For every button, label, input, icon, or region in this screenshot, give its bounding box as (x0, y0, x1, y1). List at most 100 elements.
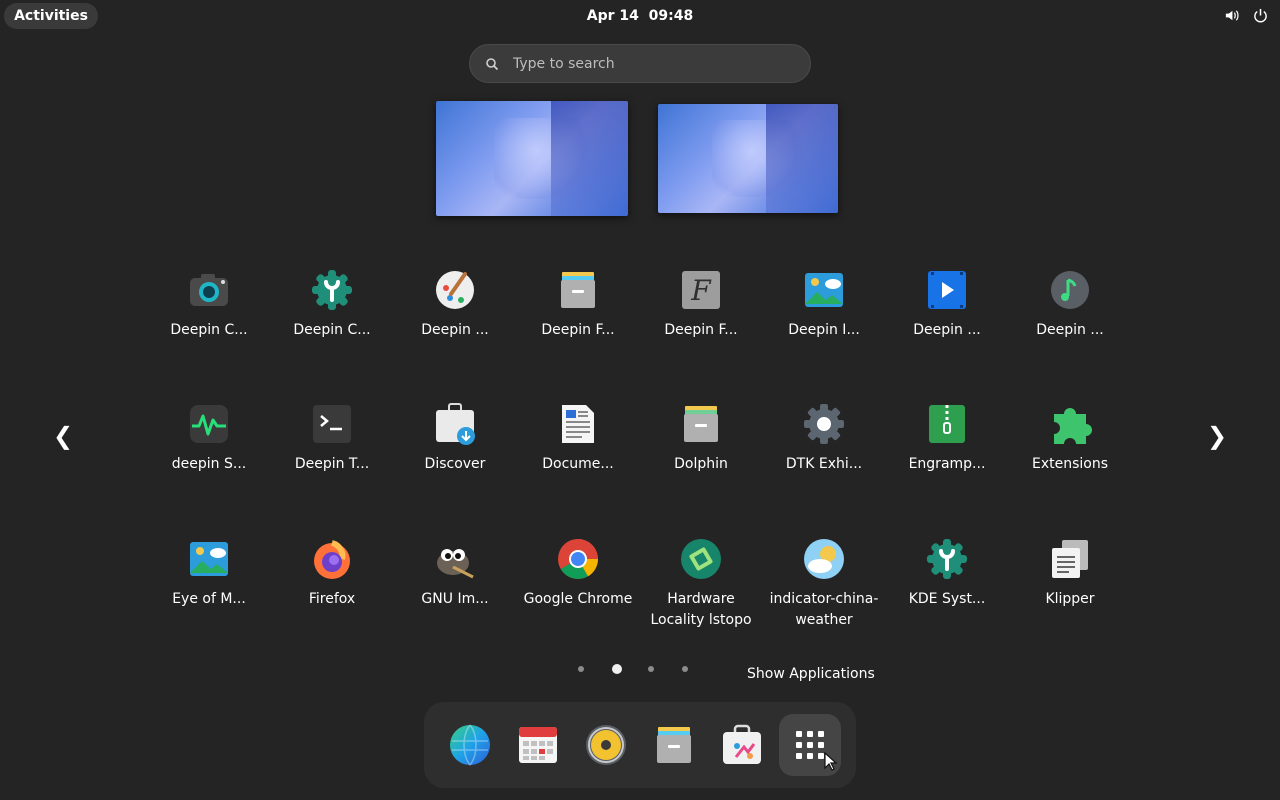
app-tile[interactable]: Dolphin (641, 402, 761, 475)
eye-of-mate-icon (187, 537, 231, 581)
dtk-gear-icon (802, 402, 846, 446)
app-label: Dolphin (674, 456, 728, 472)
app-label: Google Chrome (523, 591, 633, 607)
app-tile[interactable]: Hardware Locality lstopo (641, 537, 761, 631)
music-icon (1048, 268, 1092, 312)
dock-item-calendar[interactable] (507, 714, 569, 776)
app-tile[interactable]: Klipper (1010, 537, 1130, 610)
clock[interactable]: Apr 14 09:48 (587, 8, 693, 24)
file-manager-icon (556, 268, 600, 312)
app-tile[interactable]: Deepin C... (149, 268, 269, 341)
app-label: Deepin C... (170, 322, 248, 338)
puzzle-icon (1048, 402, 1092, 446)
app-store-icon (723, 724, 761, 764)
gimp-icon (433, 537, 477, 581)
search-input[interactable] (511, 54, 795, 73)
show-applications-tooltip: Show Applications (747, 666, 875, 682)
app-tile[interactable]: Discover (395, 402, 515, 475)
workspace-thumbnail-2[interactable] (658, 104, 838, 213)
font-manager-icon: F (679, 268, 723, 312)
app-tile[interactable]: F Deepin F... (641, 268, 761, 341)
page-dot-4[interactable] (682, 666, 688, 672)
dock-item-browser[interactable] (439, 714, 501, 776)
app-label: Deepin I... (788, 322, 860, 338)
control-center-icon (310, 268, 354, 312)
movie-icon (925, 268, 969, 312)
app-label: Deepin T... (294, 456, 370, 472)
app-label: KDE Syst... (908, 591, 986, 607)
kde-system-settings-icon (925, 537, 969, 581)
previous-page-arrow[interactable]: ❮ (48, 422, 78, 450)
firefox-icon (310, 537, 354, 581)
search-icon (486, 57, 499, 70)
app-tile[interactable]: Deepin T... (272, 402, 392, 475)
app-label: indicator-china-weather (769, 591, 879, 628)
dock-item-file-manager[interactable] (643, 714, 705, 776)
hardware-locality-icon (679, 537, 723, 581)
app-tile[interactable]: Google Chrome (518, 537, 638, 610)
page-dot-1[interactable] (578, 666, 584, 672)
page-dot-3[interactable] (648, 666, 654, 672)
app-label: Extensions (1031, 456, 1109, 472)
dock-item-music-player[interactable] (575, 714, 637, 776)
discover-icon (433, 402, 477, 446)
app-tile[interactable]: Deepin I... (764, 268, 884, 341)
music-player-icon (586, 725, 626, 765)
app-label: Firefox (308, 591, 356, 607)
weather-icon (802, 537, 846, 581)
file-manager-icon (657, 727, 691, 763)
app-tile[interactable]: Engramp... (887, 402, 1007, 475)
activities-button[interactable]: Activities (4, 3, 98, 29)
svg-text:F: F (690, 274, 712, 307)
draw-palette-icon (433, 268, 477, 312)
app-label: Deepin ... (421, 322, 489, 338)
archive-zip-icon (925, 402, 969, 446)
search-box[interactable] (469, 44, 811, 83)
terminal-icon (310, 402, 354, 446)
app-label: Engramp... (908, 456, 986, 472)
calendar-icon (519, 727, 557, 763)
app-label: Deepin C... (293, 322, 371, 338)
app-tile[interactable]: deepin S... (149, 402, 269, 475)
app-tile[interactable]: Deepin C... (272, 268, 392, 341)
dock-item-app-store[interactable] (711, 714, 773, 776)
chrome-icon (556, 537, 600, 581)
browser-globe-icon (450, 724, 490, 766)
app-label: Discover (424, 456, 486, 472)
page-dot-2[interactable] (612, 664, 622, 674)
top-bar: Activities Apr 14 09:48 (0, 0, 1280, 32)
system-monitor-icon (187, 402, 231, 446)
app-tile[interactable]: Deepin ... (395, 268, 515, 341)
next-page-arrow[interactable]: ❯ (1202, 422, 1232, 450)
app-tile[interactable]: Extensions (1010, 402, 1130, 475)
app-label: Deepin F... (541, 322, 615, 338)
camera-icon (187, 268, 231, 312)
system-tray[interactable] (1224, 8, 1268, 23)
app-tile[interactable]: Eye of M... (149, 537, 269, 610)
app-tile[interactable]: Firefox (272, 537, 392, 610)
app-label: GNU Im... (421, 591, 489, 607)
app-tile[interactable]: KDE Syst... (887, 537, 1007, 610)
app-tile[interactable]: Deepin ... (1010, 268, 1130, 341)
power-icon[interactable] (1253, 8, 1268, 23)
app-tile[interactable]: GNU Im... (395, 537, 515, 610)
app-label: DTK Exhi... (785, 456, 863, 472)
workspace-thumbnail-1[interactable] (436, 101, 628, 216)
klipper-icon (1048, 537, 1092, 581)
app-tile[interactable]: indicator-china-weather (764, 537, 884, 631)
dolphin-icon (679, 402, 723, 446)
app-label: Docume... (542, 456, 614, 472)
clock-area: Apr 14 09:48 (0, 0, 1280, 32)
app-tile[interactable]: Deepin ... (887, 268, 1007, 341)
app-tile[interactable]: Deepin F... (518, 268, 638, 341)
app-label: Deepin F... (664, 322, 738, 338)
mouse-cursor-icon (824, 752, 838, 771)
app-label: Klipper (1045, 591, 1095, 607)
app-label: Hardware Locality lstopo (650, 591, 752, 628)
app-label: Eye of M... (172, 591, 246, 607)
app-tile[interactable]: DTK Exhi... (764, 402, 884, 475)
volume-icon[interactable] (1224, 8, 1239, 23)
page-indicator (578, 664, 716, 674)
app-label: Deepin ... (1036, 322, 1104, 338)
app-tile[interactable]: Docume... (518, 402, 638, 475)
